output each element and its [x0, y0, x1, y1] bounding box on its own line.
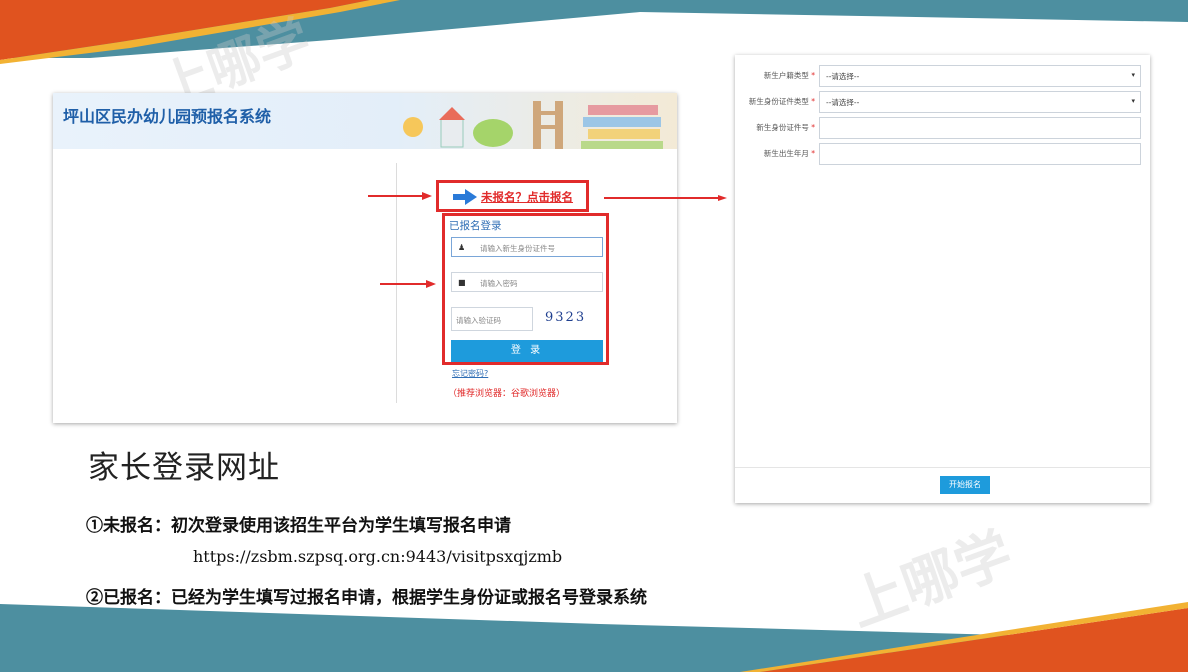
registration-url[interactable]: https://zsbm.szpsq.org.cn:9443/visitpsxq…: [193, 547, 562, 566]
arrow-head: [718, 195, 727, 201]
annotation-arrows: [368, 192, 727, 288]
arrow-head: [422, 192, 432, 200]
section-title: 家长登录网址: [88, 450, 280, 486]
note-registered: ②已报名：已经为学生填写过报名申请，根据学生身份证或报名号登录系统: [86, 588, 647, 608]
arrow-head: [426, 280, 436, 288]
note-unregistered: ①未报名：初次登录使用该招生平台为学生填写报名申请: [86, 516, 511, 536]
